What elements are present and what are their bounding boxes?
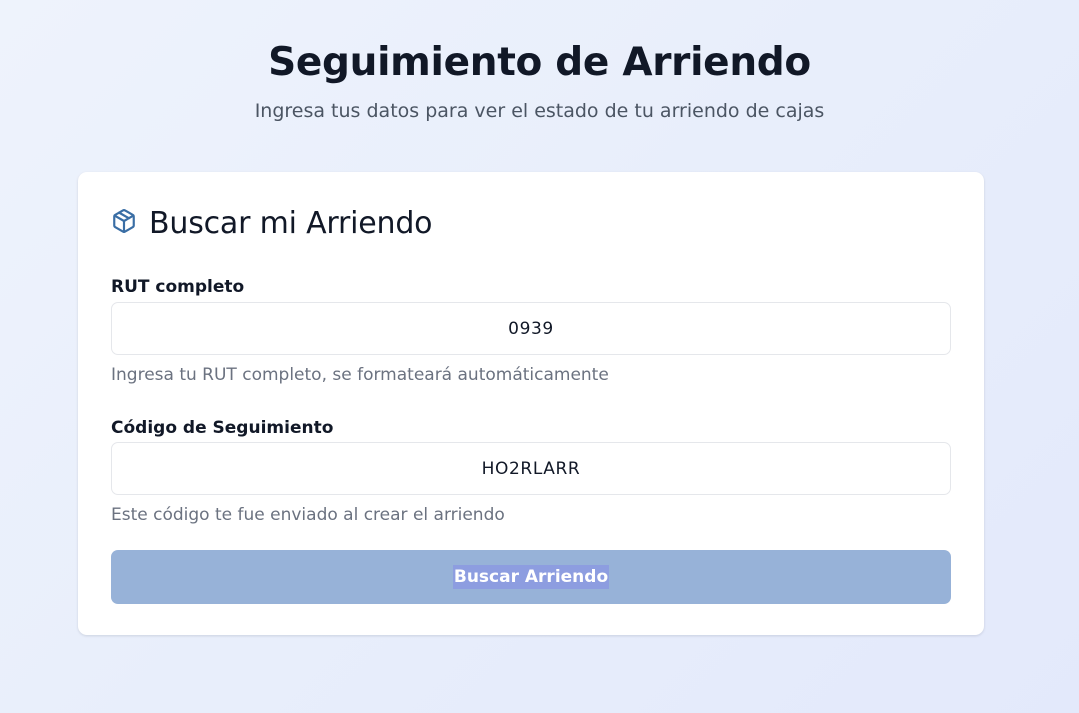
card-title: Buscar mi Arriendo <box>149 206 433 241</box>
card-header: Buscar mi Arriendo <box>111 204 433 244</box>
package-box-icon <box>113 209 135 233</box>
tracking-code-help-text: Este código te fue enviado al crear el a… <box>111 505 505 525</box>
search-rental-button-label: Buscar Arriendo <box>452 565 610 589</box>
page-title: Seguimiento de Arriendo <box>268 40 811 85</box>
search-card: Buscar mi Arriendo RUT completo Ingresa … <box>78 172 984 635</box>
tracking-code-input[interactable] <box>111 442 951 495</box>
rut-help-text: Ingresa tu RUT completo, se formateará a… <box>111 365 609 385</box>
tracking-code-label: Código de Seguimiento <box>111 418 334 438</box>
rut-label: RUT completo <box>111 277 245 297</box>
search-rental-button[interactable]: Buscar Arriendo <box>111 550 951 604</box>
page-header: Seguimiento de Arriendo Ingresa tus dato… <box>0 38 1079 125</box>
page-subtitle: Ingresa tus datos para ver el estado de … <box>254 100 825 122</box>
rut-input[interactable] <box>111 302 951 355</box>
